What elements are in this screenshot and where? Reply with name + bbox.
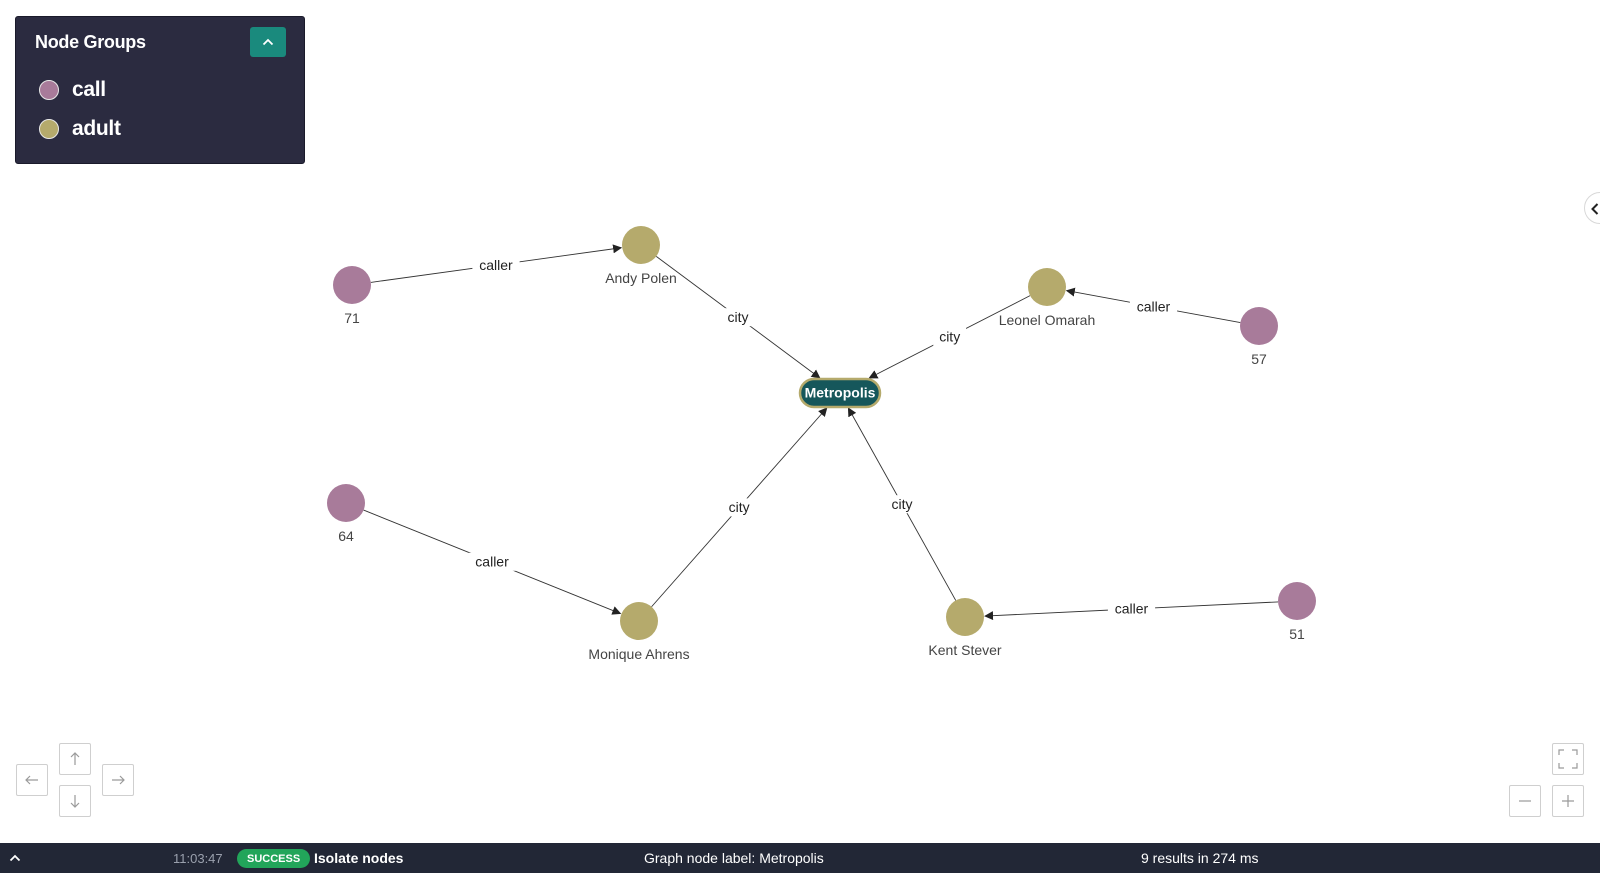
node-64[interactable]: 64 — [327, 484, 365, 544]
edge-kent-stever-to-metropolis[interactable]: city — [847, 407, 957, 601]
edge-label: city — [892, 496, 913, 512]
status-query-label: Graph node label: Metropolis — [644, 850, 824, 866]
edge-label: city — [939, 329, 960, 345]
edge-label: caller — [479, 257, 513, 273]
node-51[interactable]: 51 — [1278, 582, 1316, 642]
node-metropolis[interactable]: Metropolis — [798, 377, 882, 409]
arrow-right-icon — [112, 775, 125, 785]
edge-monique-ahrens-to-metropolis[interactable]: city — [651, 407, 828, 608]
node-label: Andy Polen — [605, 270, 677, 286]
node-label: Kent Stever — [928, 642, 1001, 658]
node-kent-stever[interactable]: Kent Stever — [928, 598, 1002, 658]
chevron-up-icon — [9, 854, 21, 862]
edge-71-to-andy-polen[interactable]: caller — [370, 244, 623, 283]
legend-item-call[interactable]: call — [39, 78, 106, 102]
node-label: 51 — [1289, 626, 1305, 642]
expand-log-button[interactable] — [4, 843, 26, 873]
node-57[interactable]: 57 — [1240, 307, 1278, 367]
arrow-left-icon — [25, 775, 38, 785]
call-node-circle[interactable] — [1240, 307, 1278, 345]
arrow-up-icon — [70, 752, 80, 765]
edge-label: caller — [475, 554, 509, 570]
status-results: 9 results in 274 ms — [1141, 850, 1259, 866]
status-bar: 11:03:47 SUCCESS Isolate nodes Graph nod… — [0, 843, 1600, 873]
call-node-circle[interactable] — [1278, 582, 1316, 620]
node-71[interactable]: 71 — [333, 266, 371, 326]
node-groups-panel: Node Groups call adult — [15, 16, 305, 164]
zoom-in-button[interactable] — [1552, 785, 1584, 817]
node-leonel-omarah[interactable]: Leonel Omarah — [999, 268, 1096, 328]
status-action: Isolate nodes — [314, 850, 404, 866]
adult-node-circle[interactable] — [620, 602, 658, 640]
fullscreen-button[interactable] — [1552, 743, 1584, 775]
collapse-legend-button[interactable] — [250, 27, 286, 57]
call-node-circle[interactable] — [327, 484, 365, 522]
legend-item-adult[interactable]: adult — [39, 117, 121, 141]
edge-leonel-omarah-to-metropolis[interactable]: city — [868, 295, 1031, 379]
legend-title: Node Groups — [35, 32, 146, 52]
node-label: 57 — [1251, 351, 1267, 367]
node-label: Monique Ahrens — [588, 646, 689, 662]
node-label: 71 — [344, 310, 360, 326]
status-timestamp: 11:03:47 — [173, 850, 223, 866]
arrow-down-icon — [70, 795, 80, 808]
pan-right-button[interactable] — [102, 764, 134, 796]
pan-up-button[interactable] — [59, 743, 91, 775]
legend-item-label: call — [72, 78, 106, 101]
pan-down-button[interactable] — [59, 785, 91, 817]
edge-51-to-kent-stever[interactable]: caller — [984, 599, 1279, 621]
chevron-up-icon — [262, 38, 274, 46]
edge-andy-polen-to-metropolis[interactable]: city — [655, 255, 821, 379]
call-group-swatch — [39, 80, 59, 100]
call-node-circle[interactable] — [333, 266, 371, 304]
legend-item-label: adult — [72, 117, 121, 140]
node-monique-ahrens[interactable]: Monique Ahrens — [588, 602, 690, 662]
edge-label: city — [728, 309, 749, 325]
edge-label: caller — [1115, 601, 1149, 617]
adult-node-circle[interactable] — [622, 226, 660, 264]
node-label: 64 — [338, 528, 354, 544]
chevron-left-icon — [1591, 203, 1599, 215]
edge-label: caller — [1137, 298, 1171, 314]
adult-group-swatch — [39, 119, 59, 139]
zoom-out-button[interactable] — [1509, 785, 1541, 817]
fullscreen-icon — [1558, 749, 1578, 769]
edge-64-to-monique-ahrens[interactable]: caller — [363, 509, 622, 615]
status-badge: SUCCESS — [237, 849, 311, 868]
adult-node-circle[interactable] — [946, 598, 984, 636]
node-label: Leonel Omarah — [999, 312, 1096, 328]
plus-icon — [1562, 795, 1574, 807]
minus-icon — [1519, 800, 1531, 802]
pan-left-button[interactable] — [16, 764, 48, 796]
node-andy-polen[interactable]: Andy Polen — [605, 226, 677, 286]
hub-node-label: Metropolis — [805, 385, 876, 401]
edge-label: city — [729, 499, 750, 515]
adult-node-circle[interactable] — [1028, 268, 1066, 306]
